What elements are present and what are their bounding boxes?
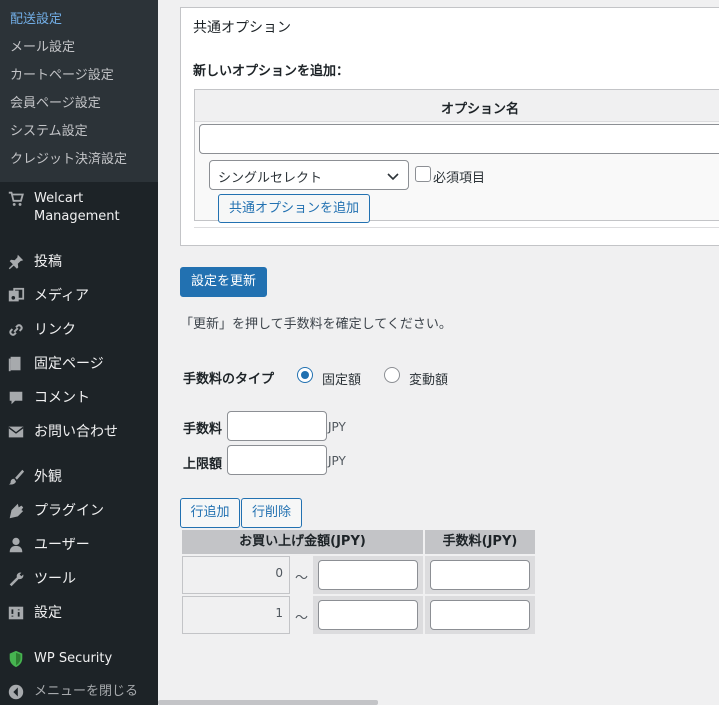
limit-unit: JPY: [328, 454, 346, 468]
fee-type-label: 手数料のタイプ: [183, 372, 275, 387]
sidebar-item-links-label: リンク: [34, 322, 76, 338]
update-settings-button[interactable]: 設定を更新: [180, 267, 267, 297]
sidebar-item-welcart-label[interactable]: Welcart Management: [34, 190, 154, 226]
add-option-heading: 新しいオプションを追加：: [193, 64, 350, 79]
fee-type-variable-radio[interactable]: [384, 367, 400, 383]
pin-icon: [8, 254, 24, 270]
limit-input[interactable]: [227, 445, 327, 475]
shield-icon: [9, 650, 23, 668]
required-checkbox[interactable]: [415, 166, 431, 182]
new-option-table: オプション名 シングルセレクト 必須項目 共通オプションを追加: [194, 89, 719, 223]
sidebar-item-tools[interactable]: ツール: [0, 565, 158, 593]
submenu-item-mail[interactable]: メール設定: [10, 40, 75, 56]
sidebar-item-comments[interactable]: コメント: [0, 384, 158, 412]
fee-type-variable-label: 変動額: [409, 373, 449, 388]
collapse-menu-label: メニューを閉じる: [34, 684, 139, 699]
common-options-box: 共通オプション 新しいオプションを追加： オプション名 シングルセレクト 必須項…: [180, 7, 719, 246]
divider: [194, 227, 719, 228]
option-name-input[interactable]: [199, 124, 719, 154]
submenu-item-member-page[interactable]: 会員ページ設定: [10, 96, 101, 112]
welcart-submenu: 配送設定 メール設定 カートページ設定 会員ページ設定 システム設定 クレジット…: [0, 0, 158, 182]
plugin-icon: [9, 503, 24, 519]
row-to-amount-input[interactable]: [318, 560, 418, 590]
delete-row-button[interactable]: 行削除: [241, 498, 302, 528]
admin-sidebar: 配送設定 メール設定 カートページ設定 会員ページ設定 システム設定 クレジット…: [0, 0, 158, 705]
sidebar-item-plugins[interactable]: プラグイン: [0, 497, 158, 525]
brush-icon: [8, 469, 25, 485]
fee-table-header-amount: お買い上げ金額(JPY): [182, 530, 423, 554]
settings-icon: [8, 606, 24, 620]
option-type-selected-value: シングルセレクト: [218, 171, 323, 186]
media-icon: [8, 287, 25, 302]
fee-input[interactable]: [227, 411, 327, 441]
submenu-item-credit[interactable]: クレジット決済設定: [10, 152, 127, 168]
mail-icon: [8, 426, 24, 438]
submenu-item-cart-page[interactable]: カートページ設定: [10, 68, 114, 84]
comment-icon: [9, 391, 23, 405]
sidebar-item-links[interactable]: リンク: [0, 316, 158, 344]
box-title: 共通オプション: [193, 20, 291, 36]
sidebar-item-users[interactable]: ユーザー: [0, 531, 158, 559]
range-separator: ～: [295, 611, 309, 626]
add-common-option-button[interactable]: 共通オプションを追加: [218, 194, 370, 223]
sidebar-item-contact[interactable]: お問い合わせ: [0, 418, 158, 446]
row-to-amount-input[interactable]: [318, 600, 418, 630]
row-fee-input[interactable]: [430, 600, 530, 630]
sidebar-item-pages[interactable]: 固定ページ: [0, 350, 158, 378]
sidebar-item-pages-label: 固定ページ: [34, 356, 104, 372]
sidebar-item-appearance[interactable]: 外観: [0, 463, 158, 491]
sidebar-item-plugins-label: プラグイン: [34, 503, 104, 519]
update-note: 「更新」を押して手数料を確定してください。: [180, 317, 452, 332]
fee-label: 手数料: [183, 422, 223, 437]
fee-unit: JPY: [328, 420, 346, 434]
row-from-value: 0: [275, 566, 283, 580]
option-name-header-label: オプション名: [441, 102, 520, 117]
option-type-select[interactable]: シングルセレクト: [209, 160, 409, 190]
submenu-item-shipping[interactable]: 配送設定: [10, 12, 62, 28]
wrench-icon: [9, 572, 24, 587]
collapse-menu[interactable]: メニューを閉じる: [0, 678, 158, 705]
user-icon: [9, 537, 23, 553]
option-name-column-header: オプション名: [195, 90, 719, 122]
fee-type-fixed-label: 固定額: [322, 373, 362, 388]
limit-label: 上限額: [183, 457, 223, 472]
horizontal-scrollbar[interactable]: [158, 700, 378, 705]
sidebar-item-media-label: メディア: [34, 288, 90, 304]
sidebar-item-tools-label: ツール: [34, 571, 76, 587]
fee-table-header-fee: 手数料(JPY): [425, 530, 535, 554]
sidebar-item-appearance-label: 外観: [34, 469, 62, 485]
sidebar-item-contact-label: お問い合わせ: [34, 424, 118, 440]
required-checkbox-label: 必須項目: [433, 171, 486, 186]
collapse-icon: [8, 684, 24, 700]
sidebar-item-wp-security[interactable]: WP Security: [0, 645, 158, 673]
add-row-button[interactable]: 行追加: [180, 498, 240, 528]
link-icon: [9, 324, 23, 336]
sidebar-item-posts-label: 投稿: [34, 254, 62, 270]
sidebar-item-settings[interactable]: 設定: [0, 599, 158, 627]
cart-icon: [8, 191, 24, 206]
submenu-item-system[interactable]: システム設定: [10, 124, 88, 140]
sidebar-item-wp-security-label: WP Security: [34, 651, 113, 666]
table-row-from-cell: 1: [182, 596, 290, 634]
fee-type-fixed-radio[interactable]: [297, 367, 313, 383]
chevron-down-icon: [387, 173, 399, 181]
sidebar-item-comments-label: コメント: [34, 390, 90, 406]
sidebar-item-media[interactable]: メディア: [0, 282, 158, 310]
row-from-value: 1: [275, 606, 283, 620]
sidebar-item-settings-label: 設定: [34, 605, 62, 621]
sidebar-item-posts[interactable]: 投稿: [0, 248, 158, 276]
table-row-from-cell: 0: [182, 556, 290, 594]
range-separator: ～: [295, 571, 309, 586]
sidebar-item-users-label: ユーザー: [34, 537, 90, 553]
page-icon: [8, 356, 21, 372]
row-fee-input[interactable]: [430, 560, 530, 590]
